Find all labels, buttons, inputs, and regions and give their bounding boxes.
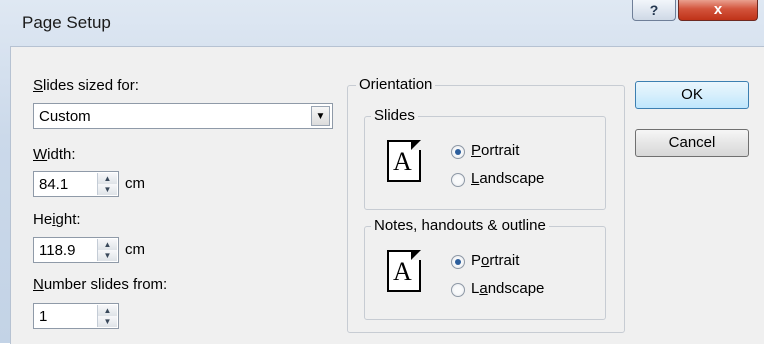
height-spinner[interactable]: 118.9 ▲ ▼ [33,237,119,263]
ok-button[interactable]: OK [635,81,749,109]
spin-down-icon[interactable]: ▼ [98,316,117,327]
height-label: Height: [33,211,81,228]
dialog-title: Page Setup [22,13,111,32]
slides-portrait-radio[interactable] [451,145,465,159]
slides-sized-for-label: Slides sized for: [33,77,139,94]
cancel-button[interactable]: Cancel [635,129,749,157]
slides-landscape-radio[interactable] [451,173,465,187]
dialog-window: Page Setup ? x Slides sized for: Custom … [0,0,764,344]
height-unit: cm [125,241,145,258]
orientation-group: Orientation Slides A Portrait Landscape … [347,76,625,333]
width-label: Width: [33,146,76,163]
portrait-page-icon: A [387,140,421,182]
width-value: 84.1 [39,176,69,193]
slides-landscape-label[interactable]: Landscape [471,170,544,187]
number-spin-buttons: ▲ ▼ [97,305,117,327]
chevron-down-icon[interactable]: ▼ [311,106,330,126]
number-slides-from-value: 1 [39,308,48,325]
orientation-title: Orientation [356,76,436,93]
notes-group-title: Notes, handouts & outline [371,217,549,234]
close-button[interactable]: x [678,0,758,21]
width-spin-buttons: ▲ ▼ [97,173,117,195]
height-value: 118.9 [39,242,76,259]
title-bar: Page Setup ? x [0,0,764,46]
notes-portrait-radio[interactable] [451,255,465,269]
spin-down-icon[interactable]: ▼ [98,250,117,261]
slides-orientation-group: Slides A Portrait Landscape [364,107,606,210]
number-slides-from-label: Number slides from: [33,276,168,293]
slides-sized-for-value: Custom [39,108,91,125]
portrait-page-icon: A [387,250,421,292]
help-button[interactable]: ? [632,0,676,21]
slides-group-title: Slides [371,107,418,124]
width-unit: cm [125,175,145,192]
spin-down-icon[interactable]: ▼ [98,184,117,195]
notes-orientation-group: Notes, handouts & outline A Portrait Lan… [364,217,606,320]
slides-sized-for-dropdown[interactable]: Custom ▼ [33,103,333,129]
notes-landscape-radio[interactable] [451,283,465,297]
dialog-client-area: Slides sized for: Custom ▼ Width: 84.1 ▲… [10,46,764,344]
width-spinner[interactable]: 84.1 ▲ ▼ [33,171,119,197]
notes-landscape-label[interactable]: Landscape [471,280,544,297]
number-slides-from-spinner[interactable]: 1 ▲ ▼ [33,303,119,329]
slides-portrait-label[interactable]: Portrait [471,142,519,159]
height-spin-buttons: ▲ ▼ [97,239,117,261]
notes-portrait-label[interactable]: Portrait [471,252,519,269]
